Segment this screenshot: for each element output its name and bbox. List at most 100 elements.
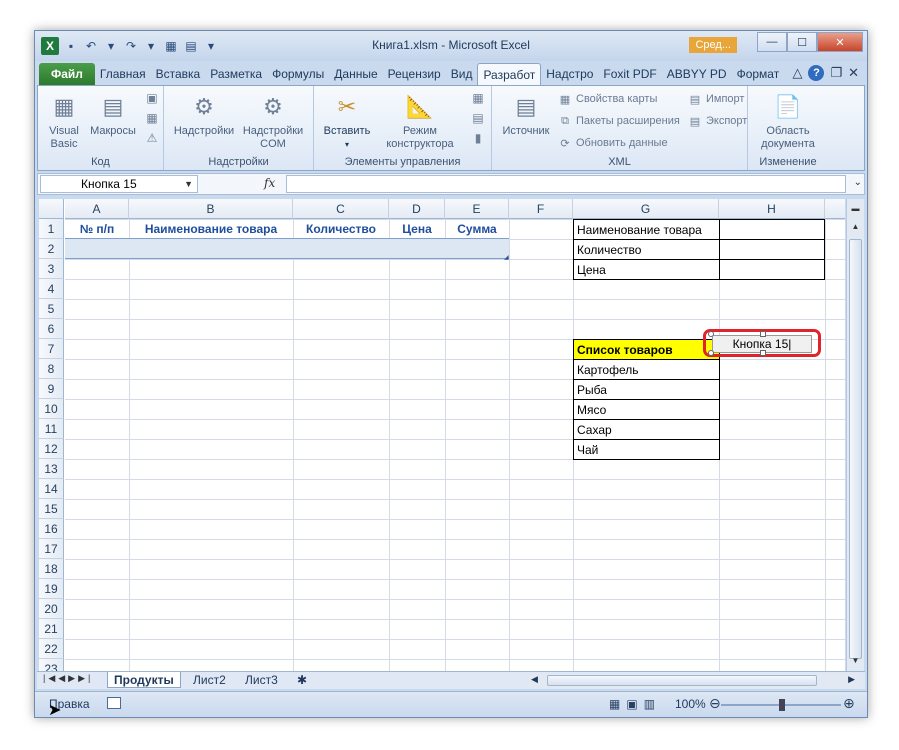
- cell-g7-list-header[interactable]: Список товаров: [573, 339, 720, 360]
- macros-button[interactable]: ▤ Макросы: [88, 90, 138, 138]
- tab-review[interactable]: Рецензир: [383, 63, 446, 85]
- expansion-packs-button[interactable]: ⧉ Пакеты расширения: [558, 114, 680, 128]
- row-header[interactable]: 5: [39, 299, 64, 319]
- column-header-b[interactable]: B: [129, 199, 293, 219]
- row-header[interactable]: 6: [39, 319, 64, 339]
- list-item[interactable]: Сахар: [573, 419, 720, 440]
- cell-h1[interactable]: [719, 219, 825, 240]
- cell-h3[interactable]: [719, 259, 825, 280]
- horizontal-scroll-thumb[interactable]: [547, 675, 817, 686]
- row-header[interactable]: 11: [39, 419, 64, 439]
- record-macro-icon[interactable]: ▣: [144, 90, 160, 106]
- column-header-c[interactable]: C: [293, 199, 389, 219]
- sheet-tab-3[interactable]: Лист3: [239, 672, 284, 688]
- normal-view-icon[interactable]: ▦: [609, 697, 620, 711]
- resize-handle[interactable]: [760, 331, 766, 337]
- page-layout-view-icon[interactable]: ▣: [626, 697, 637, 711]
- row-header[interactable]: 23: [39, 659, 64, 671]
- view-code-icon[interactable]: ▤: [470, 110, 486, 126]
- zoom-in-icon[interactable]: ⊕: [843, 695, 855, 712]
- restore-window-icon[interactable]: ❐: [830, 65, 842, 81]
- column-header-g[interactable]: G: [573, 199, 719, 219]
- list-item[interactable]: Чай: [573, 439, 720, 460]
- insert-function-button[interactable]: fx: [264, 176, 275, 190]
- table-row[interactable]: [65, 239, 509, 259]
- column-header-d[interactable]: D: [389, 199, 445, 219]
- import-button[interactable]: ▤ Импорт: [688, 92, 745, 106]
- row-header[interactable]: 4: [39, 279, 64, 299]
- row-header[interactable]: 8: [39, 359, 64, 379]
- scroll-down-icon[interactable]: ▼: [848, 653, 863, 668]
- row-header[interactable]: 7: [39, 339, 64, 359]
- row-header[interactable]: 17: [39, 539, 64, 559]
- scroll-up-icon[interactable]: ▲: [848, 219, 863, 234]
- zoom-slider[interactable]: [721, 699, 841, 711]
- map-properties-button[interactable]: ▦ Свойства карты: [558, 92, 658, 106]
- row-header[interactable]: 10: [39, 399, 64, 419]
- cell-g1[interactable]: Наименование товара: [573, 219, 720, 240]
- scroll-right-icon[interactable]: ▶: [848, 674, 855, 685]
- tab-addins[interactable]: Надстро: [541, 63, 598, 85]
- cell-a1[interactable]: № п/п: [65, 219, 129, 239]
- tab-abbyy-pdf[interactable]: ABBYY PD: [662, 63, 732, 85]
- export-button[interactable]: ▤ Экспорт: [688, 114, 748, 128]
- worksheet-grid[interactable]: A B C D E F G H 1 2 3 4 5 6 7 8 9 10 11 …: [39, 199, 845, 671]
- row-header[interactable]: 21: [39, 619, 64, 639]
- sheet-tab-2[interactable]: Лист2: [187, 672, 232, 688]
- resize-handle[interactable]: [708, 350, 714, 356]
- cell-c1[interactable]: Количество: [293, 219, 389, 239]
- scroll-left-icon[interactable]: ◀: [531, 674, 538, 685]
- split-box-icon[interactable]: ▬: [848, 201, 863, 216]
- com-addins-button[interactable]: ⚙ Надстройки COM: [240, 90, 306, 151]
- vertical-scroll-thumb[interactable]: [849, 239, 862, 659]
- formula-input[interactable]: [286, 175, 846, 193]
- list-item[interactable]: Мясо: [573, 399, 720, 420]
- sheet-tab-products[interactable]: Продукты: [107, 672, 181, 688]
- cell-e1[interactable]: Сумма: [445, 219, 509, 239]
- row-header[interactable]: 3: [39, 259, 64, 279]
- horizontal-scrollbar[interactable]: ◀ ▶: [529, 674, 859, 688]
- tab-data[interactable]: Данные: [329, 63, 382, 85]
- macro-security-icon[interactable]: ⚠: [144, 130, 160, 146]
- select-all-corner[interactable]: [39, 199, 64, 219]
- row-header[interactable]: 2: [39, 239, 64, 259]
- row-header[interactable]: 19: [39, 579, 64, 599]
- addins-button[interactable]: ⚙ Надстройки: [172, 90, 236, 138]
- row-header[interactable]: 20: [39, 599, 64, 619]
- table-resize-handle-icon[interactable]: ◢: [504, 254, 509, 261]
- insert-sheet-icon[interactable]: ✱: [291, 672, 313, 688]
- run-dialog-icon[interactable]: ▮: [470, 130, 486, 146]
- column-header-e[interactable]: E: [445, 199, 509, 219]
- zoom-out-icon[interactable]: ⊖: [709, 695, 721, 712]
- cell-g2[interactable]: Количество: [573, 239, 720, 260]
- tab-page-layout[interactable]: Разметка: [205, 63, 267, 85]
- maximize-button[interactable]: ☐: [787, 32, 817, 52]
- row-header[interactable]: 16: [39, 519, 64, 539]
- name-box[interactable]: Кнопка 15 ▼: [40, 175, 198, 193]
- row-header[interactable]: 18: [39, 559, 64, 579]
- row-header[interactable]: 9: [39, 379, 64, 399]
- expand-formula-bar-icon[interactable]: ⌄: [854, 177, 862, 188]
- cell-b1[interactable]: Наименование товара: [129, 219, 293, 239]
- column-header-a[interactable]: A: [65, 199, 129, 219]
- minimize-ribbon-icon[interactable]: △: [792, 65, 802, 81]
- properties-icon[interactable]: ▦: [470, 90, 486, 106]
- macro-recording-icon[interactable]: [107, 697, 121, 709]
- resize-handle[interactable]: [708, 331, 714, 337]
- insert-control-button[interactable]: ✂ Вставить ▾: [318, 90, 376, 151]
- name-box-dropdown-icon[interactable]: ▼: [184, 176, 193, 192]
- tab-home[interactable]: Главная: [95, 63, 151, 85]
- refresh-data-button[interactable]: ⟳ Обновить данные: [558, 136, 667, 150]
- row-header[interactable]: 12: [39, 439, 64, 459]
- row-header[interactable]: 22: [39, 639, 64, 659]
- list-item[interactable]: Картофель: [573, 359, 720, 380]
- page-break-view-icon[interactable]: ▥: [644, 697, 655, 711]
- row-header[interactable]: 13: [39, 459, 64, 479]
- sheet-nav-icon[interactable]: |◀◀▶▶|: [43, 673, 93, 684]
- vertical-scrollbar[interactable]: ▬ ▲ ▼: [846, 199, 864, 671]
- relative-references-icon[interactable]: ▦: [144, 110, 160, 126]
- minimize-button[interactable]: —: [757, 32, 787, 52]
- help-icon[interactable]: ?: [808, 65, 825, 81]
- column-header-f[interactable]: F: [509, 199, 573, 219]
- tab-foxit-pdf[interactable]: Foxit PDF: [598, 63, 661, 85]
